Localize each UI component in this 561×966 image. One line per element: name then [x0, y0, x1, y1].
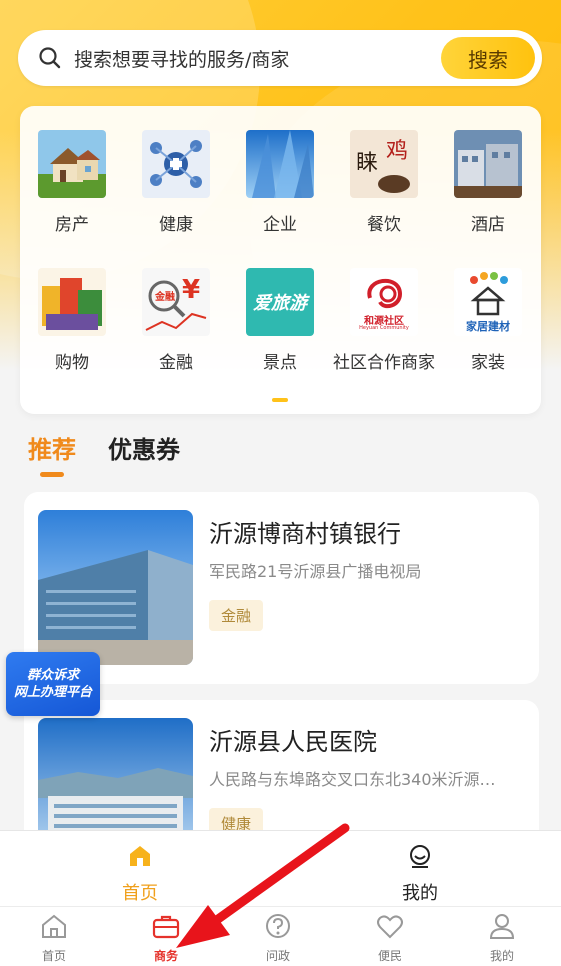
svg-text:¥: ¥: [182, 275, 200, 305]
inner-tab-bar: 首页 我的: [0, 830, 561, 906]
category-label: 购物: [55, 353, 89, 373]
category-enterprise[interactable]: 企业: [228, 130, 332, 235]
bottom-tab-business[interactable]: 商务: [126, 911, 206, 964]
svg-text:睐: 睐: [356, 151, 378, 176]
food-icon: 睐 鸡: [350, 130, 418, 198]
listing-tag: 金融: [209, 600, 264, 631]
tab-underline: [40, 472, 64, 477]
category-label: 金融: [159, 353, 193, 373]
health-icon: [142, 130, 210, 198]
category-community[interactable]: 和源社区 Heyuan Community 社区合作商家: [332, 268, 436, 373]
inner-tab-label: 我的: [402, 883, 438, 904]
shopping-icon: [38, 268, 106, 336]
listing-title: 沂源博商村镇银行: [209, 520, 401, 548]
bottom-tab-mine[interactable]: 我的: [462, 911, 542, 964]
category-house[interactable]: 房产: [20, 130, 124, 235]
category-health[interactable]: 健康: [124, 130, 228, 235]
category-decor[interactable]: 家居建材 家装: [436, 268, 540, 373]
home-icon: [39, 911, 69, 945]
listing-card[interactable]: 沂源博商村镇银行 军民路21号沂源县广播电视局 金融: [24, 492, 539, 684]
hotel-icon: [454, 130, 522, 198]
category-label: 社区合作商家: [333, 353, 435, 373]
inner-tab-label: 首页: [122, 883, 158, 904]
finance-icon: 金融 ¥: [142, 268, 210, 336]
home-decor-icon: 家居建材: [454, 268, 522, 336]
bottom-tab-convenience[interactable]: 便民: [350, 911, 430, 964]
category-label: 健康: [159, 215, 193, 235]
search-icon: [38, 45, 64, 71]
svg-text:鸡: 鸡: [386, 139, 408, 164]
search-bar[interactable]: 搜索想要寻找的服务/商家 搜索: [18, 30, 542, 86]
search-input[interactable]: 搜索想要寻找的服务/商家: [74, 45, 441, 72]
building-icon: [246, 130, 314, 198]
category-hotel[interactable]: 酒店: [436, 130, 540, 235]
category-label: 家装: [471, 353, 505, 373]
bottom-tab-politics[interactable]: 问政: [238, 911, 318, 964]
listing-address: 军民路21号沂源县广播电视局: [209, 562, 422, 581]
listing-address: 人民路与东埠路交叉口东北340米沂源…: [209, 770, 496, 789]
listing-photo: [38, 510, 193, 665]
category-label: 餐饮: [367, 215, 401, 235]
smile-icon: [407, 843, 433, 873]
tab-coupons[interactable]: 优惠券: [108, 430, 180, 465]
heart-icon: [375, 911, 405, 945]
user-icon: [487, 911, 517, 945]
category-food[interactable]: 睐 鸡 餐饮: [332, 130, 436, 235]
category-label: 景点: [263, 353, 297, 373]
community-icon: 和源社区 Heyuan Community: [350, 268, 418, 336]
category-scenic[interactable]: 爱旅游 景点: [228, 268, 332, 373]
tab-recommend[interactable]: 推荐: [28, 430, 76, 465]
category-label: 酒店: [471, 215, 505, 235]
travel-icon: 爱旅游: [246, 268, 314, 336]
house-icon: [38, 130, 106, 198]
listing-title: 沂源县人民医院: [209, 728, 377, 756]
category-grid: 房产 健康 企业 睐 鸡 餐饮 酒店 购物 金融 ¥ 金融 爱旅游 景点 和源社…: [20, 106, 541, 414]
briefcase-icon: [151, 911, 181, 945]
page-indicator: [272, 398, 288, 402]
question-icon: [263, 911, 293, 945]
search-button[interactable]: 搜索: [441, 37, 535, 79]
category-shopping[interactable]: 购物: [20, 268, 124, 373]
home-filled-icon: [127, 843, 153, 873]
bottom-tab-bar: 首页 商务 问政 便民 我的: [0, 906, 561, 966]
bottom-tab-home[interactable]: 首页: [14, 911, 94, 964]
inner-tab-home[interactable]: 首页: [80, 843, 200, 905]
category-finance[interactable]: 金融 ¥ 金融: [124, 268, 228, 373]
inner-tab-mine[interactable]: 我的: [360, 843, 480, 905]
citizen-appeal-badge[interactable]: 群众诉求 网上办理平台: [6, 652, 100, 716]
category-label: 企业: [263, 215, 297, 235]
category-label: 房产: [55, 215, 89, 235]
svg-text:金融: 金融: [154, 290, 175, 303]
